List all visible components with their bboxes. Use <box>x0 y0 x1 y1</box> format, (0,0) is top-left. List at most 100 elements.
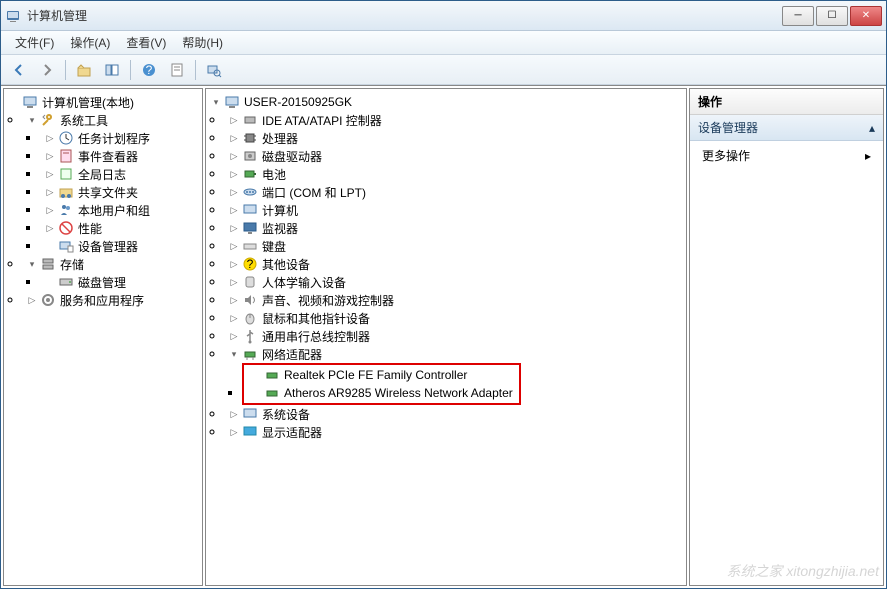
expand-icon[interactable]: ▷ <box>26 294 38 306</box>
maximize-button[interactable]: ☐ <box>816 6 848 26</box>
device-ide[interactable]: ▷IDE ATA/ATAPI 控制器 <box>224 111 686 129</box>
device-realtek-nic[interactable]: ▷Realtek PCIe FE Family Controller <box>246 366 471 384</box>
tree-global-log[interactable]: ▷全局日志 <box>40 165 202 183</box>
expand-icon[interactable]: ▷ <box>228 114 240 126</box>
device-ports[interactable]: ▷端口 (COM 和 LPT) <box>224 183 686 201</box>
expand-icon[interactable]: ▷ <box>228 240 240 252</box>
actions-header: 操作 <box>690 89 883 115</box>
device-keyboard[interactable]: ▷键盘 <box>224 237 686 255</box>
expand-icon[interactable]: ▷ <box>228 258 240 270</box>
close-button[interactable]: ✕ <box>850 6 882 26</box>
tree-disk-mgmt[interactable]: ▷磁盘管理 <box>40 273 202 291</box>
expand-icon[interactable]: ▷ <box>228 204 240 216</box>
expand-icon[interactable]: ▷ <box>44 186 56 198</box>
tree-local-users[interactable]: ▷ 本地用户和组 <box>40 201 202 219</box>
port-icon <box>242 184 258 200</box>
device-network-adapters[interactable]: ▾网络适配器 <box>224 345 686 363</box>
log-icon <box>58 166 74 182</box>
back-button[interactable] <box>7 58 31 82</box>
tree-label: 电池 <box>262 166 286 183</box>
tree-label: 计算机管理(本地) <box>42 94 134 111</box>
expand-icon[interactable]: ▷ <box>44 132 56 144</box>
expand-icon[interactable]: ▷ <box>228 276 240 288</box>
device-system-dev[interactable]: ▷系统设备 <box>224 405 686 423</box>
device-computers[interactable]: ▷ 计算机 <box>224 201 686 219</box>
device-sound[interactable]: ▷声音、视频和游戏控制器 <box>224 291 686 309</box>
pc-icon <box>242 202 258 218</box>
actions-more[interactable]: 更多操作 ▸ <box>690 141 883 170</box>
tree-storage[interactable]: ▾ 存储 <box>22 255 202 273</box>
menu-help[interactable]: 帮助(H) <box>174 32 231 53</box>
tree-task-scheduler[interactable]: ▷ 任务计划程序 <box>40 129 202 147</box>
tree-device-manager[interactable]: ▷设备管理器 <box>40 237 202 255</box>
expand-icon[interactable]: ▷ <box>228 294 240 306</box>
tree-event-viewer[interactable]: ▷事件查看器 <box>40 147 202 165</box>
collapse-icon[interactable]: ▾ <box>210 96 222 108</box>
device-atheros-wifi[interactable]: ▷Atheros AR9285 Wireless Network Adapter <box>246 384 517 402</box>
device-other[interactable]: ▷?其他设备 <box>224 255 686 273</box>
tree-label: USER-20150925GK <box>244 95 352 109</box>
expand-icon[interactable]: ▷ <box>228 330 240 342</box>
nic-icon <box>264 367 280 383</box>
collapse-icon[interactable]: ▾ <box>26 258 38 270</box>
battery-icon <box>242 166 258 182</box>
show-hide-tree-button[interactable] <box>100 58 124 82</box>
menu-file[interactable]: 文件(F) <box>7 32 62 53</box>
actions-section-device-mgr[interactable]: 设备管理器 ▴ <box>690 115 883 141</box>
device-hid[interactable]: ▷ 人体学输入设备 <box>224 273 686 291</box>
up-button[interactable] <box>72 58 96 82</box>
cpu-icon <box>242 130 258 146</box>
device-monitor[interactable]: ▷监视器 <box>224 219 686 237</box>
expand-icon[interactable]: ▷ <box>228 408 240 420</box>
collapse-icon[interactable]: ▾ <box>26 114 38 126</box>
tree-performance[interactable]: ▷性能 <box>40 219 202 237</box>
tree-label: 任务计划程序 <box>78 130 150 147</box>
forward-button[interactable] <box>35 58 59 82</box>
expand-icon[interactable]: ▷ <box>228 222 240 234</box>
device-battery[interactable]: ▷ 电池 <box>224 165 686 183</box>
menu-view[interactable]: 查看(V) <box>118 32 174 53</box>
tree-label: 磁盘驱动器 <box>262 148 322 165</box>
expand-icon[interactable]: ▷ <box>228 150 240 162</box>
minimize-button[interactable]: ─ <box>782 6 814 26</box>
toolbar: ? <box>1 55 886 85</box>
tree-label: Atheros AR9285 Wireless Network Adapter <box>284 386 513 400</box>
tree-label: 人体学输入设备 <box>262 274 346 291</box>
tree-services-apps[interactable]: ▷ 服务和应用程序 <box>22 291 202 309</box>
svg-text:?: ? <box>146 63 153 77</box>
tree-root-computer-management[interactable]: ▷ 计算机管理(本地) <box>4 93 202 111</box>
expand-icon[interactable]: ▷ <box>228 168 240 180</box>
tree-label: 本地用户和组 <box>78 202 150 219</box>
submenu-arrow-icon: ▸ <box>865 149 871 163</box>
users-icon <box>58 202 74 218</box>
expand-icon[interactable]: ▷ <box>228 132 240 144</box>
expand-icon[interactable]: ▷ <box>228 426 240 438</box>
device-usb[interactable]: ▷通用串行总线控制器 <box>224 327 686 345</box>
expand-icon[interactable]: ▷ <box>228 186 240 198</box>
device-display-adapter[interactable]: ▷显示适配器 <box>224 423 686 441</box>
sound-icon <box>242 292 258 308</box>
tree-system-tools[interactable]: ▾ 系统工具 <box>22 111 202 129</box>
expand-icon[interactable]: ▷ <box>44 150 56 162</box>
expand-icon[interactable]: ▷ <box>44 168 56 180</box>
tree-label: 鼠标和其他指针设备 <box>262 310 370 327</box>
device-processor[interactable]: ▷处理器 <box>224 129 686 147</box>
device-disk-drive[interactable]: ▷ 磁盘驱动器 <box>224 147 686 165</box>
toolbar-separator <box>65 60 66 80</box>
svg-text:?: ? <box>247 257 254 271</box>
tree-shared-folders[interactable]: ▷共享文件夹 <box>40 183 202 201</box>
expand-icon[interactable]: ▷ <box>44 204 56 216</box>
menu-action[interactable]: 操作(A) <box>62 32 118 53</box>
toolbar-separator <box>195 60 196 80</box>
menubar: 文件(F) 操作(A) 查看(V) 帮助(H) <box>1 31 886 55</box>
collapse-icon[interactable]: ▾ <box>228 348 240 360</box>
device-computer-root[interactable]: ▾ USER-20150925GK <box>206 93 686 111</box>
tree-label: 计算机 <box>262 202 298 219</box>
scan-button[interactable] <box>202 58 226 82</box>
help-button[interactable]: ? <box>137 58 161 82</box>
expand-icon[interactable]: ▷ <box>44 222 56 234</box>
device-mouse[interactable]: ▷ 鼠标和其他指针设备 <box>224 309 686 327</box>
properties-button[interactable] <box>165 58 189 82</box>
expand-icon[interactable]: ▷ <box>228 312 240 324</box>
computer-icon <box>224 94 240 110</box>
